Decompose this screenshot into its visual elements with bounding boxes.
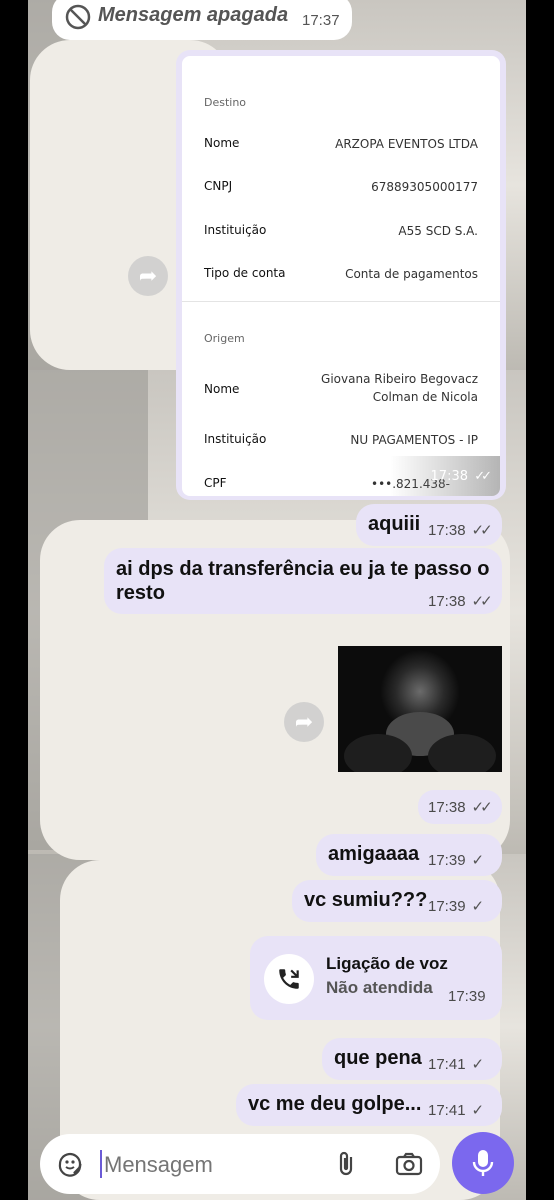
message-time: 17:41 bbox=[428, 1101, 466, 1119]
mic-icon bbox=[472, 1150, 494, 1176]
origem-instituicao-value: NU PAGAMENTOS - IP bbox=[350, 433, 478, 447]
read-ticks-icon: ✓✓ bbox=[471, 522, 493, 539]
message-time: 17:38 bbox=[428, 798, 466, 816]
photo-message-image[interactable] bbox=[338, 646, 502, 772]
mic-button[interactable] bbox=[452, 1132, 514, 1194]
message-text-line2: resto bbox=[116, 582, 165, 604]
call-title: Ligação de voz bbox=[326, 954, 448, 973]
message-meta: 17:39 ✓ bbox=[428, 851, 484, 870]
wallpaper-edge bbox=[0, 0, 28, 1200]
message-meta: 17:41 ✓ bbox=[428, 1101, 484, 1120]
message-time: 17:38 bbox=[428, 592, 466, 610]
message-text: aquiii bbox=[368, 513, 421, 535]
message-time: 17:38 bbox=[430, 469, 468, 484]
forward-icon[interactable]: ➦ bbox=[284, 702, 324, 742]
message-time: 17:39 bbox=[428, 851, 466, 869]
sticker-icon[interactable] bbox=[56, 1150, 84, 1178]
message-text-line1: ai dps da transferência eu ja te passo o bbox=[116, 558, 490, 580]
destino-instituicao-value: A55 SCD S.A. bbox=[398, 224, 478, 238]
read-ticks-icon: ✓✓ bbox=[471, 593, 493, 610]
message-meta: 17:38 ✓✓ bbox=[428, 798, 493, 817]
origem-nome-value-1: Giovana Ribeiro Begovacz bbox=[321, 372, 478, 386]
message-input-bar bbox=[40, 1134, 440, 1194]
receipt-divider bbox=[182, 301, 500, 302]
wallpaper-edge bbox=[526, 0, 554, 1200]
message-text: vc sumiu??? bbox=[304, 889, 428, 911]
message-text: vc me deu golpe... bbox=[248, 1093, 422, 1115]
deleted-icon bbox=[65, 4, 91, 30]
sent-tick-icon: ✓ bbox=[471, 852, 484, 869]
origem-nome-value-2: Colman de Nicola bbox=[372, 390, 478, 404]
sent-tick-icon: ✓ bbox=[471, 898, 484, 915]
message-bubble[interactable]: que pena 17:41 ✓ bbox=[322, 1038, 502, 1080]
destino-cnpj-label: CNPJ bbox=[204, 179, 233, 193]
message-time: 17:39 bbox=[448, 988, 486, 1005]
destino-heading: Destino bbox=[204, 96, 247, 109]
destino-instituicao-label: Instituição bbox=[204, 223, 267, 237]
praying-man-photo bbox=[338, 646, 502, 772]
read-ticks-icon: ✓✓ bbox=[474, 469, 492, 484]
deleted-message-text: Mensagem apagada bbox=[98, 4, 289, 26]
sent-tick-icon: ✓ bbox=[471, 1056, 484, 1073]
message-meta: 17:38 ✓✓ bbox=[428, 592, 493, 611]
voice-call-bubble[interactable]: Ligação de voz Não atendida 17:39 bbox=[250, 936, 502, 1020]
pix-receipt-image[interactable]: Destino Nome ARZOPA EVENTOS LTDA CNPJ 67… bbox=[182, 56, 500, 496]
message-text: que pena bbox=[334, 1047, 422, 1069]
message-meta: 17:38 ✓✓ bbox=[428, 521, 493, 540]
message-bubble[interactable]: vc sumiu??? 17:39 ✓ bbox=[292, 880, 502, 922]
origem-cpf-label: CPF bbox=[204, 476, 227, 490]
message-text: amigaaaa bbox=[328, 843, 420, 865]
destino-cnpj-value: 67889305000177 bbox=[371, 180, 478, 194]
deleted-message-bubble[interactable]: Mensagem apagada 17:37 bbox=[52, 0, 352, 40]
message-time: 17:41 bbox=[428, 1055, 466, 1073]
origem-instituicao-label: Instituição bbox=[204, 432, 267, 446]
forward-icon[interactable]: ➦ bbox=[128, 256, 168, 296]
origem-heading: Origem bbox=[204, 332, 245, 345]
missed-call-icon bbox=[264, 954, 314, 1004]
message-time: 17:37 bbox=[302, 12, 340, 29]
image-meta-bubble: 17:38 ✓✓ bbox=[418, 790, 502, 824]
message-input[interactable] bbox=[102, 1146, 316, 1184]
sent-tick-icon: ✓ bbox=[471, 1102, 484, 1119]
message-bubble[interactable]: amigaaaa 17:39 ✓ bbox=[316, 834, 502, 876]
destino-nome-value: ARZOPA EVENTOS LTDA bbox=[335, 137, 478, 151]
message-time: 17:38 bbox=[428, 521, 466, 539]
message-bubble[interactable]: aquiii 17:38 ✓✓ bbox=[356, 504, 502, 546]
read-ticks-icon: ✓✓ bbox=[471, 799, 493, 816]
destino-nome-label: Nome bbox=[204, 136, 240, 150]
message-bubble[interactable]: vc me deu golpe... 17:41 ✓ bbox=[236, 1084, 502, 1126]
destino-tipo-value: Conta de pagamentos bbox=[345, 267, 478, 281]
message-meta: 17:41 ✓ bbox=[428, 1055, 484, 1074]
attach-icon[interactable] bbox=[334, 1150, 360, 1178]
message-bubble[interactable]: ai dps da transferência eu ja te passo o… bbox=[104, 548, 502, 614]
call-status: Não atendida bbox=[326, 978, 433, 997]
message-time: 17:39 bbox=[428, 897, 466, 915]
camera-icon[interactable] bbox=[394, 1150, 424, 1178]
message-meta: 17:39 ✓ bbox=[428, 897, 484, 916]
destino-tipo-label: Tipo de conta bbox=[204, 266, 286, 280]
origem-nome-label: Nome bbox=[204, 382, 240, 396]
